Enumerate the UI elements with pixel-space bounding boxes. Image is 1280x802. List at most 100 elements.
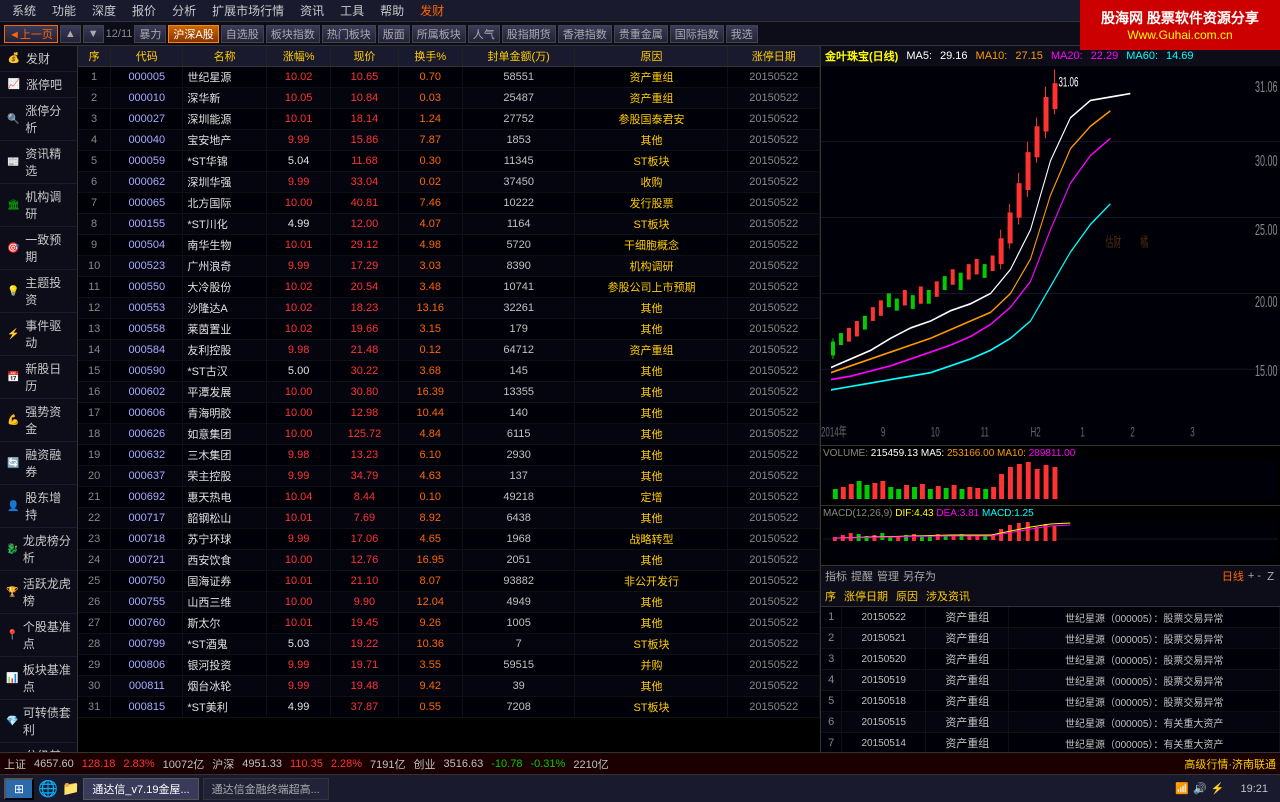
sidebar-item-graded-fund[interactable]: 📋 分级基金 (0, 743, 77, 752)
block-index-btn[interactable]: 板块指数 (266, 25, 320, 43)
sidebar-item-facai[interactable]: 💰 发财 (0, 46, 77, 72)
sidebar-item-strong-fund[interactable]: 💪 强势资金 (0, 399, 77, 442)
table-row[interactable]: 31 000815 *ST美利 4.99 37.87 0.55 7208 ST板… (78, 697, 820, 718)
taskbar-app2[interactable]: 通达信金融终端超高... (203, 778, 329, 800)
menu-help[interactable]: 帮助 (372, 2, 412, 19)
sidebar-item-stock-base[interactable]: 📍 个股基准点 (0, 614, 77, 657)
menu-quote[interactable]: 报价 (124, 2, 164, 19)
sidebar-item-ipo-cal[interactable]: 📅 新股日历 (0, 356, 77, 399)
ctrl-z[interactable]: Ｚ (1265, 568, 1276, 584)
menu-tools[interactable]: 工具 (332, 2, 372, 19)
table-row[interactable]: 15 000590 *ST古汉 5.00 30.22 3.68 145 其他 2… (78, 361, 820, 382)
cell-code: 000553 (111, 298, 183, 319)
self-select-btn[interactable]: 自选股 (221, 25, 264, 43)
table-row[interactable]: 30 000811 烟台冰轮 9.99 19.48 9.42 39 其他 201… (78, 676, 820, 697)
table-row[interactable]: 7 000065 北方国际 10.00 40.81 7.46 10222 发行股… (78, 193, 820, 214)
hk-index-btn[interactable]: 香港指数 (558, 25, 612, 43)
sidebar-item-limit-bar[interactable]: 📈 涨停吧 (0, 72, 77, 98)
menu-function[interactable]: 功能 (44, 2, 84, 19)
info-row[interactable]: 6 20150515 资产重组 世纪星源（000005）：有关重大资产 (821, 712, 1280, 733)
table-row[interactable]: 17 000606 青海明胶 10.00 12.98 10.44 140 其他 … (78, 403, 820, 424)
menu-news[interactable]: 资讯 (292, 2, 332, 19)
table-row[interactable]: 3 000027 深圳能源 10.01 18.14 1.24 27752 参股国… (78, 109, 820, 130)
table-row[interactable]: 18 000626 如意集团 10.00 125.72 4.84 6115 其他… (78, 424, 820, 445)
taskbar-app1[interactable]: 通达信_v7.19金屋... (83, 778, 198, 800)
menu-facai[interactable]: 发财 (412, 2, 452, 19)
table-row[interactable]: 22 000717 韶钢松山 10.01 7.69 8.92 6438 其他 2… (78, 508, 820, 529)
chart-area[interactable]: 31.06 30.00 25.00 20.00 15.00 (821, 66, 1280, 446)
stock-table-container[interactable]: 序 代码 名称 涨幅% 现价 换手% 封单金额(万) 原因 涨停日期 1 000… (78, 46, 820, 752)
sidebar-item-institution[interactable]: 🏛 机构调研 (0, 184, 77, 227)
info-row[interactable]: 5 20150518 资产重组 世纪星源（000005）：股票交易异常 (821, 691, 1280, 712)
table-row[interactable]: 11 000550 大冷股份 10.02 20.54 3.48 10741 参股… (78, 277, 820, 298)
table-row[interactable]: 24 000721 西安饮食 10.00 12.76 16.95 2051 其他… (78, 550, 820, 571)
sidebar-item-theme[interactable]: 💡 主题投资 (0, 270, 77, 313)
table-row[interactable]: 9 000504 南华生物 10.01 29.12 4.98 5720 干细胞概… (78, 235, 820, 256)
table-row[interactable]: 21 000692 惠天热电 10.04 8.44 0.10 49218 定增 … (78, 487, 820, 508)
force-btn[interactable]: 暴力 (134, 25, 166, 43)
table-row[interactable]: 20 000637 荣主控股 9.99 34.79 4.63 137 其他 20… (78, 466, 820, 487)
menu-extend[interactable]: 扩展市场行情 (204, 2, 292, 19)
table-row[interactable]: 23 000718 苏宁环球 9.99 17.06 4.65 1968 战略转型… (78, 529, 820, 550)
my-pick-btn[interactable]: 我选 (726, 25, 758, 43)
sidebar-item-active-dragon[interactable]: 🏆 活跃龙虎榜 (0, 571, 77, 614)
sidebar-item-bond-arbitrage[interactable]: 💎 可转债套利 (0, 700, 77, 743)
table-row[interactable]: 14 000584 友利控股 9.98 21.48 0.12 64712 资产重… (78, 340, 820, 361)
table-row[interactable]: 28 000799 *ST酒鬼 5.03 19.22 10.36 7 ST板块 … (78, 634, 820, 655)
market-btn[interactable]: 沪深A股 (168, 25, 218, 43)
table-row[interactable]: 26 000755 山西三维 10.00 9.90 12.04 4949 其他 … (78, 592, 820, 613)
ctrl-alert[interactable]: 提醒 (851, 568, 873, 584)
sidebar-item-limit-analysis[interactable]: 🔍 涨停分析 (0, 98, 77, 141)
ctrl-period[interactable]: 日线 (1222, 568, 1244, 584)
table-row[interactable]: 5 000059 *ST华锦 5.04 11.68 0.30 11345 ST板… (78, 151, 820, 172)
start-button[interactable]: ⊞ (4, 778, 34, 800)
table-row[interactable]: 25 000750 国海证券 10.01 21.10 8.07 93882 非公… (78, 571, 820, 592)
table-row[interactable]: 8 000155 *ST川化 4.99 12.00 4.07 1164 ST板块… (78, 214, 820, 235)
sidebar-item-holder-add[interactable]: 👤 股东增持 (0, 485, 77, 528)
ctrl-manage[interactable]: 管理 (877, 568, 899, 584)
table-row[interactable]: 12 000553 沙隆达A 10.02 18.23 13.16 32261 其… (78, 298, 820, 319)
sidebar-item-news-select[interactable]: 📰 资讯精选 (0, 141, 77, 184)
popular-btn[interactable]: 人气 (468, 25, 500, 43)
sidebar-item-dragon-analysis[interactable]: 🐉 龙虎榜分析 (0, 528, 77, 571)
table-row[interactable]: 13 000558 莱茵置业 10.02 19.66 3.15 179 其他 2… (78, 319, 820, 340)
ie-icon[interactable]: 🌐 (38, 779, 58, 799)
folder-icon[interactable]: 📁 (62, 780, 79, 797)
ctrl-save[interactable]: 另存为 (903, 568, 936, 584)
precious-metal-btn[interactable]: 贵重金属 (614, 25, 668, 43)
nav-prev-btn[interactable]: ◄上一页 (4, 25, 58, 43)
ctrl-zoom[interactable]: + - (1248, 570, 1261, 582)
ctrl-indicator[interactable]: 指标 (825, 568, 847, 584)
table-row[interactable]: 19 000632 三木集团 9.98 13.23 6.10 2930 其他 2… (78, 445, 820, 466)
info-row[interactable]: 2 20150521 资产重组 世纪星源（000005）：股票交易异常 (821, 628, 1280, 649)
plate-btn[interactable]: 版面 (378, 25, 410, 43)
sidebar-item-block-base[interactable]: 📊 板块基准点 (0, 657, 77, 700)
intl-index-btn[interactable]: 国际指数 (670, 25, 724, 43)
cell-name: 青海明胶 (183, 403, 267, 424)
sidebar-item-consensus[interactable]: 🎯 一致预期 (0, 227, 77, 270)
info-row[interactable]: 4 20150519 资产重组 世纪星源（000005）：股票交易异常 (821, 670, 1280, 691)
info-row[interactable]: 3 20150520 资产重组 世纪星源（000005）：股票交易异常 (821, 649, 1280, 670)
table-row[interactable]: 29 000806 银河投资 9.99 19.71 3.55 59515 并购 … (78, 655, 820, 676)
stock-index-btn[interactable]: 股指期货 (502, 25, 556, 43)
menu-system[interactable]: 系统 (4, 2, 44, 19)
table-row[interactable]: 1 000005 世纪星源 10.02 10.65 0.70 58551 资产重… (78, 67, 820, 88)
indicator-count[interactable]: ▲ (60, 25, 81, 43)
sidebar-item-event[interactable]: ⚡ 事件驱动 (0, 313, 77, 356)
cell-reason: 其他 (575, 361, 728, 382)
table-row[interactable]: 16 000602 平潭发展 10.00 30.80 16.39 13355 其… (78, 382, 820, 403)
menu-analysis[interactable]: 分析 (164, 2, 204, 19)
menu-depth[interactable]: 深度 (84, 2, 124, 19)
owned-block-btn[interactable]: 所属板块 (412, 25, 466, 43)
table-row[interactable]: 2 000010 深华新 10.05 10.84 0.03 25487 资产重组… (78, 88, 820, 109)
info-row[interactable]: 1 20150522 资产重组 世纪星源（000005）：股票交易异常 (821, 607, 1280, 628)
table-row[interactable]: 4 000040 宝安地产 9.99 15.86 7.87 1853 其他 20… (78, 130, 820, 151)
sidebar-item-margin[interactable]: 🔄 融资融券 (0, 442, 77, 485)
table-row[interactable]: 27 000760 斯太尔 10.01 19.45 9.26 1005 其他 2… (78, 613, 820, 634)
table-row[interactable]: 6 000062 深圳华强 9.99 33.04 0.02 37450 收购 2… (78, 172, 820, 193)
info-table-container[interactable]: 1 20150522 资产重组 世纪星源（000005）：股票交易异常 2 20… (821, 607, 1280, 752)
info-row[interactable]: 7 20150514 资产重组 世纪星源（000005）：有关重大资产 (821, 733, 1280, 753)
down-btn[interactable]: ▼ (83, 25, 104, 43)
table-row[interactable]: 10 000523 广州浪奇 9.99 17.29 3.03 8390 机构调研… (78, 256, 820, 277)
hot-block-btn[interactable]: 热门板块 (322, 25, 376, 43)
